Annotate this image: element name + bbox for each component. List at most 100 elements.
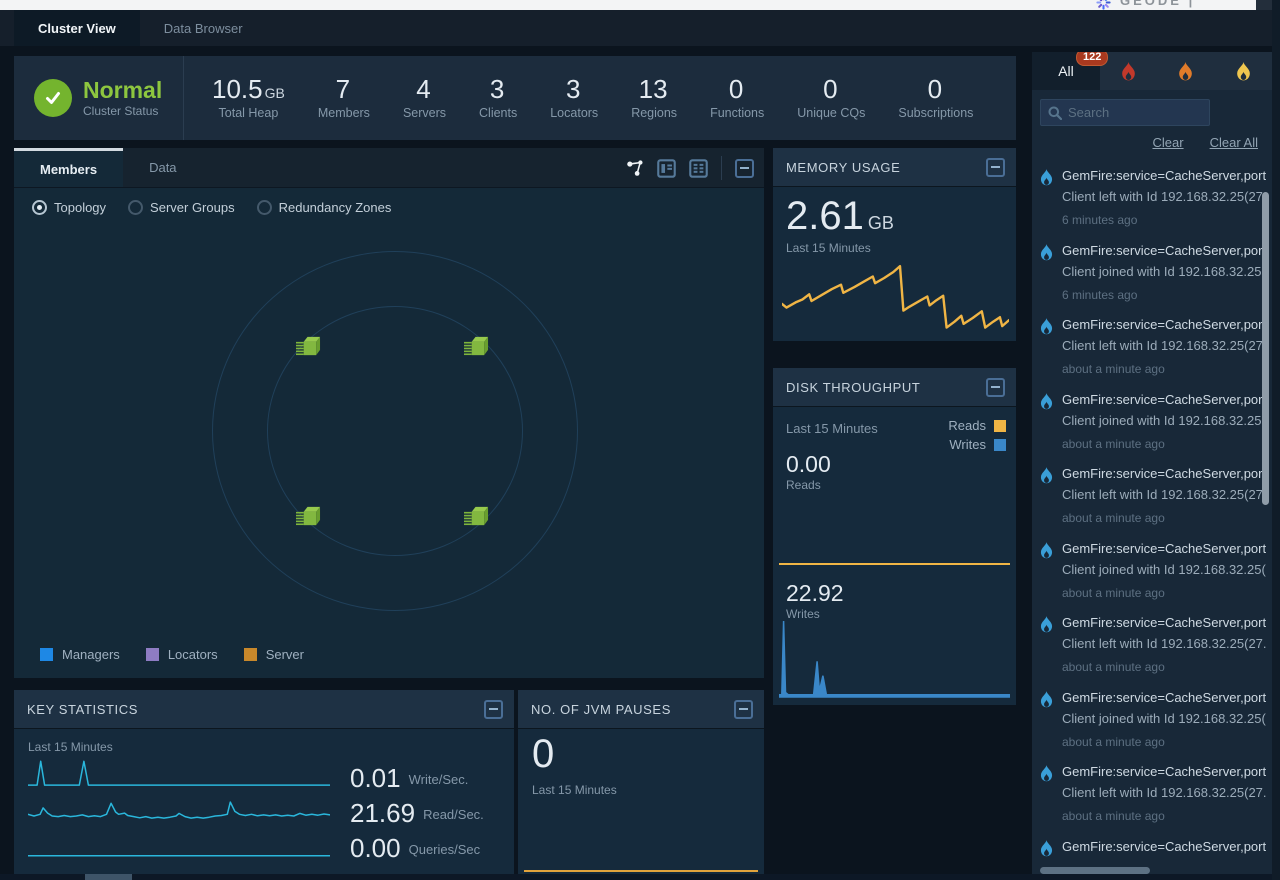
alerts-tab-critical[interactable] bbox=[1121, 62, 1136, 81]
alert-list-item[interactable]: GemFire:service=CacheServer,port=404 Cli… bbox=[1032, 231, 1272, 306]
search-input[interactable] bbox=[1068, 105, 1188, 120]
reads-per-sec-value: 21.69 bbox=[350, 802, 415, 824]
page-horizontal-scrollbar[interactable] bbox=[85, 874, 132, 880]
queries-per-sec-chart bbox=[28, 828, 330, 859]
radio-redundancy-zones[interactable]: Redundancy Zones bbox=[257, 200, 392, 215]
alert-title: GemFire:service=CacheServer,port=404 bbox=[1062, 243, 1266, 258]
alert-list-item[interactable]: GemFire:service=CacheServer,port=404 Cli… bbox=[1032, 380, 1272, 455]
topology-view-icon[interactable] bbox=[626, 159, 644, 177]
alert-list-item[interactable]: GemFire:service=CacheServer,port=404 Cli… bbox=[1032, 156, 1272, 231]
topology-legend: Managers Locators Server bbox=[40, 647, 304, 662]
stat-row-reads: 21.69 Read/Sec. bbox=[14, 789, 514, 824]
alerts-vertical-scrollbar[interactable] bbox=[1262, 192, 1269, 505]
tab-cluster-view[interactable]: Cluster View bbox=[14, 10, 140, 46]
metric-label: Servers bbox=[403, 106, 446, 120]
alerts-sidebar: All 122 bbox=[1032, 52, 1272, 880]
cluster-metric: 10.5GB Total Heap bbox=[212, 76, 285, 120]
metric-label: Regions bbox=[631, 106, 677, 120]
writes-per-sec-chart bbox=[28, 758, 330, 789]
cluster-metric: 4 Servers bbox=[403, 76, 446, 120]
alert-list-item[interactable]: GemFire:service=CacheServer,port=404 Cli… bbox=[1032, 603, 1272, 678]
members-collapse-button[interactable] bbox=[735, 159, 754, 178]
member-server-icon[interactable] bbox=[296, 334, 321, 359]
cluster-metrics: 10.5GB Total Heap 7 Members 4 Servers 3 … bbox=[184, 56, 973, 140]
radio-server-groups[interactable]: Server Groups bbox=[128, 200, 235, 215]
alerts-horizontal-scrollbar[interactable] bbox=[1040, 867, 1150, 874]
alert-flame-icon bbox=[1040, 765, 1053, 782]
disk-writes-label: Writes bbox=[786, 607, 820, 621]
list-view-icon[interactable] bbox=[657, 159, 676, 178]
alert-timestamp: about a minute ago bbox=[1062, 437, 1266, 451]
metric-value: 0 bbox=[729, 74, 743, 104]
right-edge-gutter bbox=[1272, 0, 1280, 880]
radio-dot bbox=[128, 200, 143, 215]
cluster-status-sublabel: Cluster Status bbox=[83, 104, 162, 118]
legend-writes-label: Writes bbox=[949, 437, 986, 452]
alert-detail: Client left with Id 192.168.32.25(27.. bbox=[1062, 636, 1266, 651]
tab-data[interactable]: Data bbox=[123, 148, 202, 187]
disk-reads-label: Reads bbox=[786, 478, 821, 492]
metric-label: Unique CQs bbox=[797, 106, 865, 120]
alert-flame-icon bbox=[1040, 840, 1053, 857]
cluster-metric: 3 Clients bbox=[479, 76, 517, 120]
alert-title: GemFire:service=CacheServer,port=404 bbox=[1062, 690, 1266, 705]
alert-title: GemFire:service=CacheServer,port=404 bbox=[1062, 466, 1266, 481]
alert-flame-icon bbox=[1040, 393, 1053, 410]
alert-list-item[interactable]: GemFire:service=CacheServer,port=404 Cli… bbox=[1032, 305, 1272, 380]
metric-label: Functions bbox=[710, 106, 764, 120]
member-server-icon[interactable] bbox=[296, 504, 321, 529]
alert-timestamp: about a minute ago bbox=[1062, 362, 1266, 376]
disk-collapse-button[interactable] bbox=[986, 378, 1005, 397]
alerts-count-badge: 122 bbox=[1076, 52, 1108, 66]
alerts-tab-warning[interactable] bbox=[1236, 62, 1251, 81]
brand-spinner-icon bbox=[1096, 0, 1111, 10]
alert-detail: Client left with Id 192.168.32.25(27.. bbox=[1062, 338, 1266, 353]
memory-collapse-button[interactable] bbox=[986, 158, 1005, 177]
memory-usage-panel: MEMORY USAGE 2.61GB Last 15 Minutes bbox=[773, 148, 1016, 341]
clear-link[interactable]: Clear bbox=[1153, 135, 1184, 150]
member-server-icon[interactable] bbox=[464, 334, 489, 359]
metric-value: 13 bbox=[639, 74, 668, 104]
cluster-metric: 13 Regions bbox=[631, 76, 677, 120]
radio-topology[interactable]: Topology bbox=[32, 200, 106, 215]
legend-swatch bbox=[146, 648, 159, 661]
grid-view-icon[interactable] bbox=[689, 159, 708, 178]
disk-legend: Reads Writes bbox=[948, 418, 1006, 456]
search-icon bbox=[1048, 106, 1062, 120]
alert-list-item[interactable]: GemFire:service=CacheServer,port=404 Cli… bbox=[1032, 454, 1272, 529]
alert-list-item[interactable]: GemFire:service=CacheServer,port=404 Cli… bbox=[1032, 678, 1272, 753]
clear-all-link[interactable]: Clear All bbox=[1210, 135, 1258, 150]
legend-label: Managers bbox=[62, 647, 120, 662]
alert-flame-icon bbox=[1040, 467, 1053, 484]
alert-list-item[interactable]: GemFire:service=CacheServer,port=404 Cli… bbox=[1032, 827, 1272, 863]
metric-label: Subscriptions bbox=[898, 106, 973, 120]
metric-value: 3 bbox=[566, 74, 580, 104]
alert-severity-tabs: All 122 bbox=[1032, 52, 1272, 90]
reads-per-sec-chart bbox=[28, 793, 330, 824]
alert-list: GemFire:service=CacheServer,port=404 Cli… bbox=[1032, 156, 1272, 862]
memory-value: 2.61 bbox=[786, 194, 864, 238]
alert-flame-icon bbox=[1040, 691, 1053, 708]
keystats-window-label: Last 15 Minutes bbox=[28, 740, 113, 754]
memory-usage-header: MEMORY USAGE bbox=[773, 148, 1016, 187]
memory-unit: GB bbox=[868, 213, 894, 233]
page-horizontal-scrollbar-track bbox=[0, 874, 1272, 880]
legend-item: Managers bbox=[40, 647, 120, 662]
alerts-tab-error[interactable] bbox=[1178, 62, 1193, 81]
alert-list-item[interactable]: GemFire:service=CacheServer,port=404 Cli… bbox=[1032, 752, 1272, 827]
disk-writes-value: 22.92 bbox=[786, 582, 844, 605]
alert-detail: Client left with Id 192.168.32.25(27.. bbox=[1062, 785, 1266, 800]
keystats-collapse-button[interactable] bbox=[484, 700, 503, 719]
tab-members[interactable]: Members bbox=[14, 148, 123, 187]
alert-detail: Client left with Id 192.168.32.25(27.. bbox=[1062, 189, 1266, 204]
alerts-tab-all[interactable]: All 122 bbox=[1032, 52, 1100, 90]
jvm-collapse-button[interactable] bbox=[734, 700, 753, 719]
alert-list-item[interactable]: GemFire:service=CacheServer,port=404 Cli… bbox=[1032, 529, 1272, 604]
legend-writes-swatch bbox=[994, 439, 1006, 451]
member-server-icon[interactable] bbox=[464, 504, 489, 529]
disk-reads-chart bbox=[779, 556, 1010, 566]
cluster-metric: 0 Functions bbox=[710, 76, 764, 120]
panel-title: MEMORY USAGE bbox=[786, 160, 900, 175]
disk-reads-value: 0.00 bbox=[786, 453, 831, 476]
tab-data-browser[interactable]: Data Browser bbox=[140, 10, 267, 46]
